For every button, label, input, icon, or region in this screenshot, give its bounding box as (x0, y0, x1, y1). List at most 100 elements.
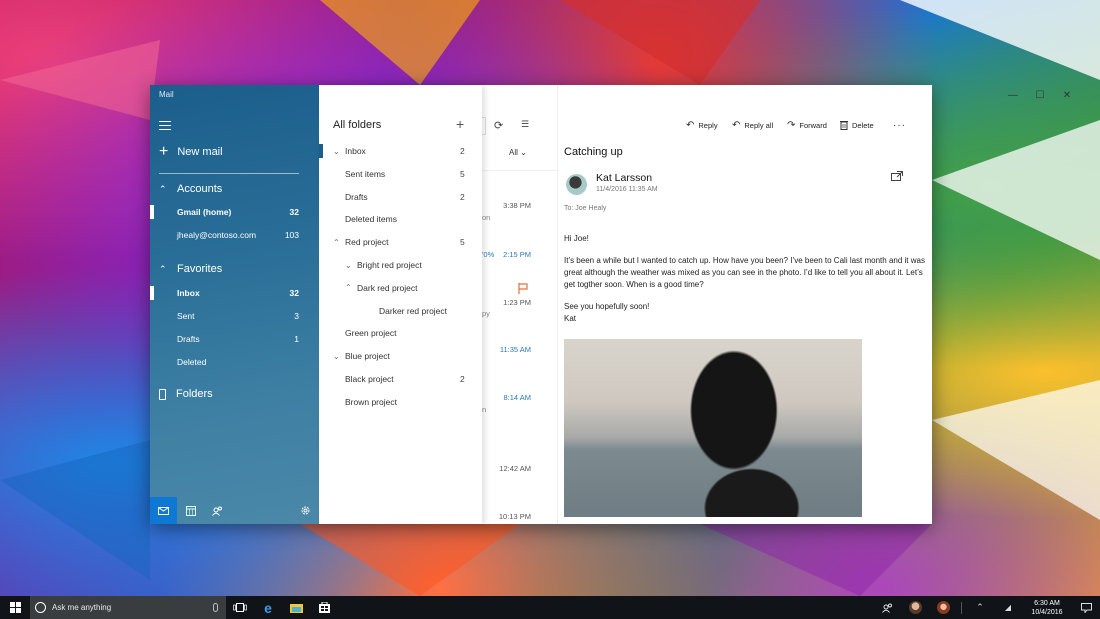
folder-item[interactable]: Brown project (319, 391, 482, 413)
sync-icon[interactable]: ⟳ (494, 119, 503, 132)
action-center-icon[interactable] (1072, 596, 1100, 619)
folder-item[interactable]: Drafts 2 (319, 186, 482, 208)
accounts-label: Accounts (177, 183, 223, 195)
open-in-new-window-icon[interactable] (891, 171, 903, 181)
folder-item[interactable]: ⌃ Red project 5 (319, 231, 482, 253)
search-placeholder: Ask me anything (52, 603, 112, 612)
people-icon[interactable] (204, 497, 231, 524)
accounts-header[interactable]: ⌃ Accounts (159, 183, 222, 195)
folder-item[interactable]: Green project (319, 322, 482, 344)
favorite-deleted[interactable]: Deleted (150, 352, 319, 372)
message-preview-fragment: on (482, 213, 491, 222)
unread-count: 32 (289, 288, 299, 298)
folder-label: Darker red project (379, 305, 448, 316)
all-folders-title: All folders (333, 119, 382, 131)
folder-label: Red project (345, 237, 389, 248)
email-datetime: 11/4/2016 11:35 AM (596, 186, 658, 193)
selection-mode-icon[interactable]: ☰ (521, 119, 529, 130)
maximize-button[interactable]: ☐ (1033, 90, 1047, 101)
account-label: Gmail (home) (177, 207, 232, 217)
folder-item[interactable]: Black project 2 (319, 368, 482, 390)
delete-button[interactable]: Delete (840, 120, 874, 130)
mail-icon[interactable] (150, 497, 177, 524)
store-icon[interactable] (310, 596, 338, 619)
chevron-down-icon[interactable]: ⌄ (345, 261, 357, 270)
sender-name[interactable]: Kat Larsson (596, 172, 652, 184)
clock[interactable]: 6:30 AM 10/4/2016 (1022, 599, 1072, 617)
start-button[interactable] (0, 596, 30, 619)
microphone-icon[interactable] (213, 603, 218, 612)
reading-pane: — ☐ ✕ ↶ Reply ↶ Reply all ↷ Forward Dele… (558, 85, 1071, 524)
folder-count: 5 (460, 237, 465, 248)
people-icon[interactable] (873, 596, 901, 619)
message-time[interactable]: 1:23 PM (503, 298, 531, 307)
task-view-icon[interactable] (226, 596, 254, 619)
edge-browser-icon[interactable]: e (254, 596, 282, 619)
message-time[interactable]: 8:14 AM (503, 393, 531, 402)
more-actions-button[interactable]: ··· (893, 120, 906, 131)
favorites-header[interactable]: ⌃ Favorites (159, 263, 222, 275)
account-jhealy-contoso[interactable]: jhealy@contoso.com 103 (150, 225, 319, 245)
reply-all-button[interactable]: ↶ Reply all (732, 120, 773, 131)
hamburger-menu-icon[interactable] (159, 121, 171, 131)
delete-label: Delete (852, 120, 874, 130)
contact-avatar-1[interactable] (901, 596, 929, 619)
flag-icon[interactable] (518, 283, 528, 294)
divider (482, 170, 558, 171)
account-gmail-home[interactable]: Gmail (home) 32 (150, 202, 319, 222)
filter-dropdown[interactable]: All ⌄ (509, 148, 527, 157)
windows-logo-icon (9, 602, 21, 613)
folder-item[interactable]: Sent items 5 (319, 163, 482, 185)
message-time[interactable]: 10:13 PM (499, 512, 531, 521)
forward-button[interactable]: ↷ Forward (787, 120, 827, 131)
chevron-down-icon[interactable]: ⌄ (333, 352, 345, 361)
network-icon[interactable]: ◢ (994, 596, 1022, 619)
favorite-sent[interactable]: Sent 3 (150, 306, 319, 326)
chevron-up-icon[interactable]: ⌃ (345, 283, 357, 292)
new-mail-button[interactable]: + New mail (159, 144, 223, 160)
folder-item[interactable]: ⌄ Inbox 2 (319, 140, 482, 162)
cortana-icon (35, 602, 46, 613)
chevron-up-icon: ⌃ (159, 263, 167, 274)
message-preview-fragment: py (482, 309, 490, 318)
message-time[interactable]: 11:35 AM (500, 345, 531, 354)
folder-label: Bright red project (357, 260, 422, 270)
file-explorer-icon[interactable] (282, 596, 310, 619)
folder-item[interactable]: ⌃ Dark red project (319, 277, 482, 299)
reply-button[interactable]: ↶ Reply (686, 120, 718, 131)
chevron-up-icon[interactable]: ⌃ (333, 238, 345, 247)
folder-item[interactable]: Darker red project (319, 300, 482, 322)
email-subject: Catching up (564, 146, 623, 158)
folder-count: 2 (460, 191, 465, 202)
folder-label: Sent (177, 311, 195, 321)
mail-window: Mail + New mail ⌃ Accounts Gmail (home) … (150, 85, 1071, 524)
chevron-down-icon: ⌄ (520, 148, 527, 157)
message-time[interactable]: 3:38 PM (503, 201, 531, 210)
add-folder-icon[interactable]: + (456, 116, 464, 132)
search-box-edge[interactable] (482, 117, 486, 135)
message-time[interactable]: 2:15 PM (503, 250, 531, 259)
favorite-inbox[interactable]: Inbox 32 (150, 283, 319, 303)
folder-label: Sent items (345, 168, 386, 179)
close-button[interactable]: ✕ (1060, 90, 1074, 101)
minimize-button[interactable]: — (1006, 90, 1020, 101)
contact-avatar-2[interactable] (929, 596, 957, 619)
show-hidden-icons-chevron-up-icon[interactable]: ⌃ (966, 596, 994, 619)
folder-item[interactable]: ⌄ Blue project (319, 345, 482, 367)
cortana-search-box[interactable]: Ask me anything (30, 596, 226, 619)
settings-gear-icon[interactable] (292, 497, 319, 524)
folder-label: Brown project (345, 396, 397, 407)
chevron-down-icon[interactable]: ⌄ (333, 147, 345, 156)
message-time[interactable]: 12:42 AM (499, 464, 531, 473)
reply-all-icon: ↶ (732, 120, 741, 131)
clock-date: 10/4/2016 (1031, 608, 1063, 616)
folder-item[interactable]: Deleted items (319, 208, 482, 230)
app-switcher-bar (150, 497, 319, 524)
app-title: Mail (159, 90, 174, 99)
folders-button[interactable]: Folders (159, 388, 213, 400)
email-attached-photo[interactable] (564, 339, 862, 517)
folder-label: Black project (345, 374, 394, 384)
folder-item[interactable]: ⌄ Bright red project (319, 254, 482, 276)
calendar-icon[interactable] (177, 497, 204, 524)
favorite-drafts[interactable]: Drafts 1 (150, 329, 319, 349)
